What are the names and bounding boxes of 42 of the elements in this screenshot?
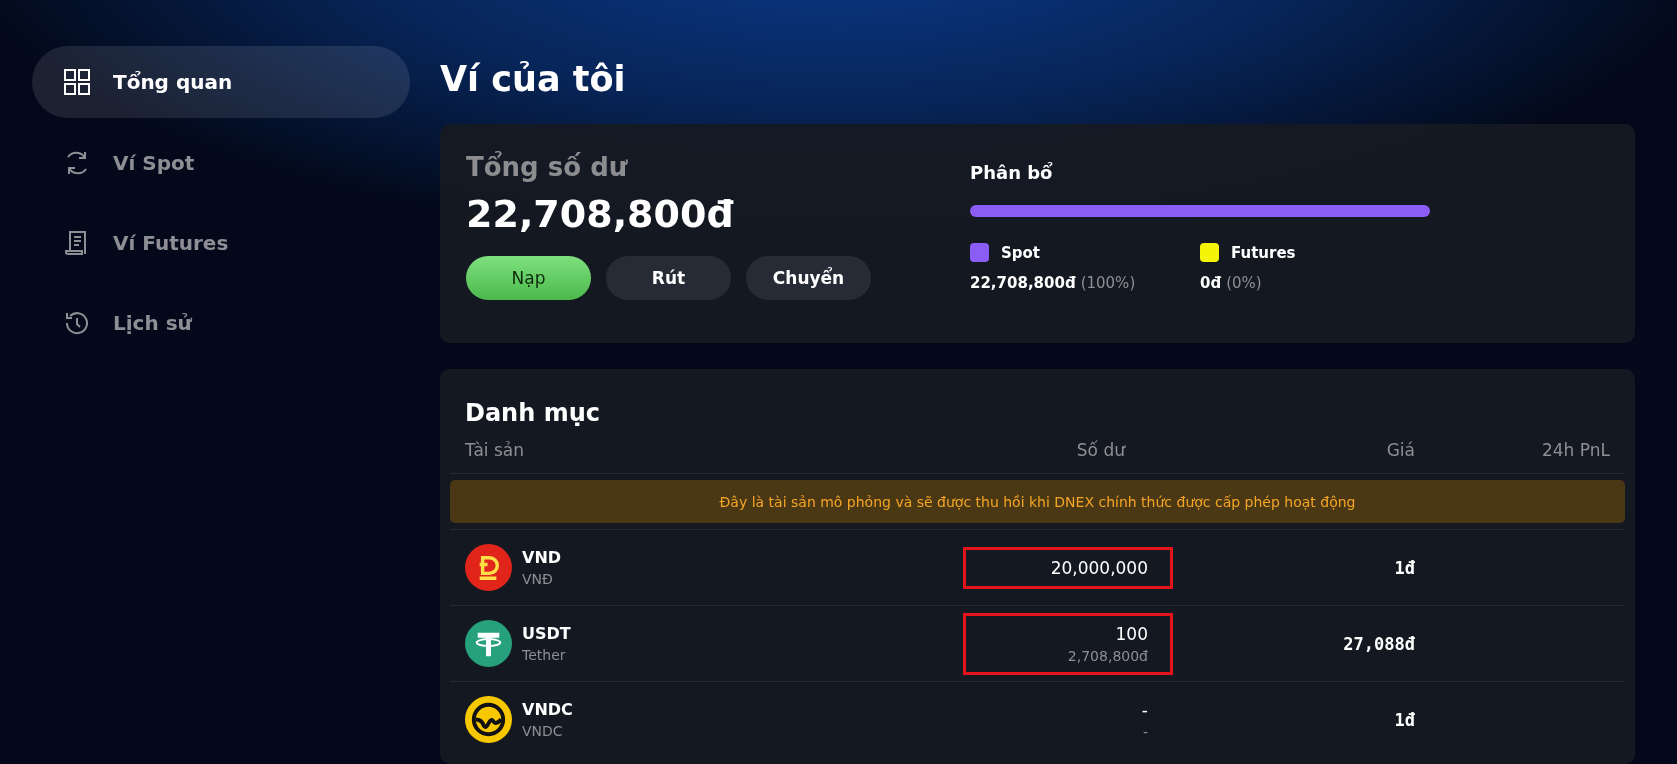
column-header: Giá [1385,440,1415,460]
legend-label: Futures [1231,243,1296,262]
transfer-button[interactable]: Chuyển [746,256,871,300]
coin-icon [465,544,512,591]
balance-amount: 20,000,000 [1050,557,1148,578]
asset-name: VNDC [522,723,564,739]
price-cell: 1đ [1394,557,1415,578]
legend-amount: 22,708,800đ [970,274,1076,292]
sidebar-item[interactable]: Lịch sử [32,288,410,358]
asset-name: VNĐ [522,571,554,587]
balance-value: 2,708,800đ [1067,647,1148,664]
total-balance: 22,708,800đ [466,192,735,236]
history-icon [63,309,91,337]
grid-icon [63,68,91,96]
withdraw-button[interactable]: Rút [606,256,731,300]
price-cell: 1đ [1394,709,1415,730]
sidebar-item[interactable]: Ví Spot [32,128,410,198]
asset-symbol: USDT [522,624,571,643]
deposit-button[interactable]: Nạp [466,256,591,300]
asset-symbol: VNDC [522,700,573,719]
column-header: Tài sản [465,440,525,460]
asset-name: Tether [522,647,567,663]
sidebar-item[interactable]: Tổng quan [32,46,410,118]
page-title: Ví của tôi [440,58,627,101]
legend-percent: (0%) [1226,274,1262,292]
legend-percent: (100%) [1080,274,1136,292]
coin-icon [465,696,512,743]
legend-label: Spot [1001,243,1041,262]
column-header: 24h PnL [1541,440,1610,460]
legend-amount: 0đ [1200,274,1222,292]
balance-value: - [1142,723,1148,740]
balance-amount: - [1141,699,1148,720]
sidebar-item[interactable]: Ví Futures [32,208,410,278]
balance-label: Tổng số dư [466,152,629,182]
asset-symbol: VND [522,548,562,567]
column-header: Số dư [1075,440,1125,460]
balance-amount: 100 [1115,623,1148,644]
section-title: Danh mục [465,399,601,427]
notice-banner: Đây là tài sản mô phỏng và sẽ được thu hồi khi DNEX chính thức được cấp phép hoạt động [450,480,1625,523]
tether-coin-icon [465,620,512,667]
allocation-title: Phân bổ [970,162,1054,183]
price-cell: 27,088đ [1343,633,1415,654]
